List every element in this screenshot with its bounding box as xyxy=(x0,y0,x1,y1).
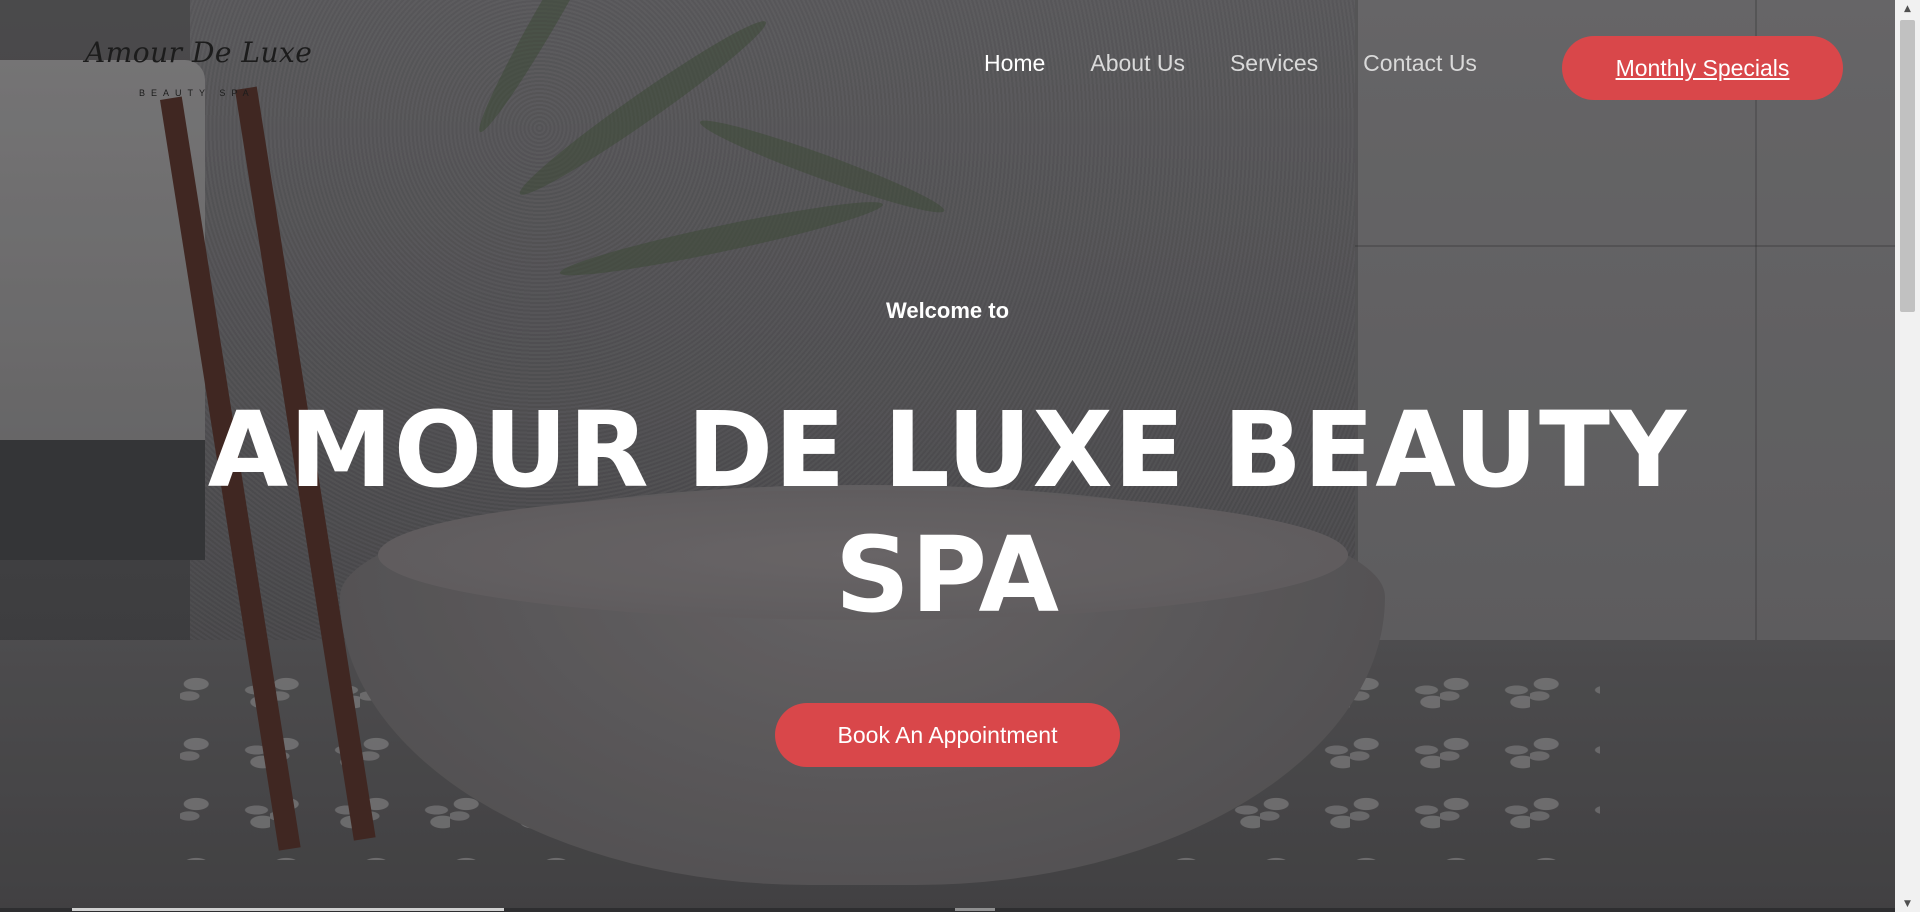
vertical-scrollbar[interactable]: ▲ ▼ xyxy=(1895,0,1920,912)
scrollbar-thumb[interactable] xyxy=(1900,20,1915,312)
hero-section: Amour De Luxe BEAUTY SPA Home About Us S… xyxy=(0,0,1895,912)
book-appointment-button[interactable]: Book An Appointment xyxy=(775,703,1120,767)
nav-item-home[interactable]: Home xyxy=(984,50,1045,77)
hero-title-line-1: AMOUR DE LUXE BEAUTY xyxy=(207,389,1688,511)
chevron-down-icon[interactable]: ▼ xyxy=(1895,895,1920,912)
chevron-up-icon[interactable]: ▲ xyxy=(1895,0,1920,17)
bottom-edge xyxy=(0,908,1895,912)
nav-item-contact-us[interactable]: Contact Us xyxy=(1363,50,1477,77)
hero-title-line-2: SPA xyxy=(834,514,1061,636)
logo[interactable]: Amour De Luxe BEAUTY SPA xyxy=(85,32,330,104)
hero-title: AMOUR DE LUXE BEAUTY SPA xyxy=(0,388,1895,638)
nav-item-services[interactable]: Services xyxy=(1230,50,1318,77)
monthly-specials-button[interactable]: Monthly Specials xyxy=(1562,36,1843,100)
logo-title: Amour De Luxe xyxy=(85,36,313,69)
bottom-edge-highlight xyxy=(955,908,995,911)
hero-welcome-text: Welcome to xyxy=(885,298,1010,323)
page: Amour De Luxe BEAUTY SPA Home About Us S… xyxy=(0,0,1920,912)
nav-item-about-us[interactable]: About Us xyxy=(1090,50,1185,77)
main-nav: Home About Us Services Contact Us xyxy=(984,50,1522,77)
bottom-edge-highlight xyxy=(72,908,504,911)
logo-subtitle: BEAUTY SPA xyxy=(139,88,255,98)
site-header: Amour De Luxe BEAUTY SPA Home About Us S… xyxy=(0,0,1895,130)
